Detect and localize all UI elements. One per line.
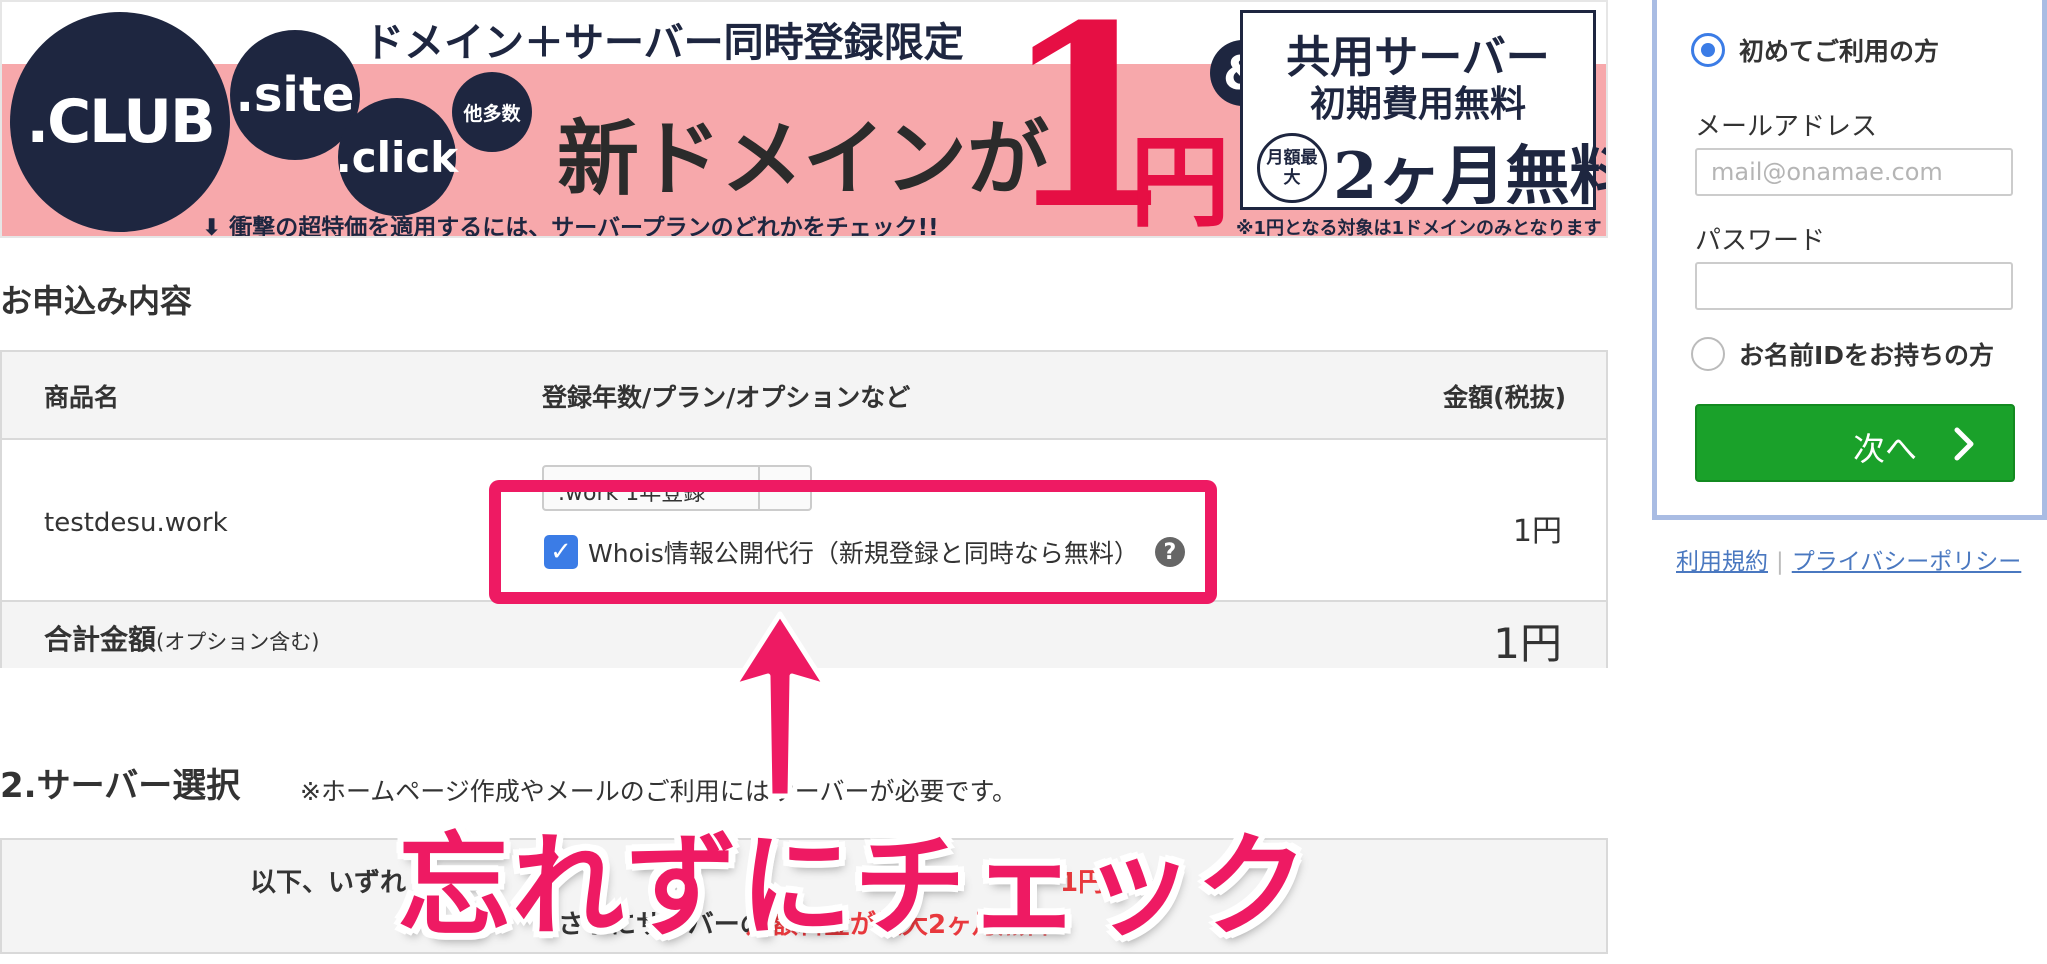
order-section-title: お申込み内容 [0, 282, 193, 320]
link-separator: | [1776, 549, 1784, 575]
promo-banner[interactable]: .CLUB .site .click 他多数 ドメイン＋サーバー同時登録限定 新… [0, 0, 1608, 238]
banner-price-yen: 円 [1130, 123, 1230, 238]
email-field[interactable] [1695, 148, 2013, 196]
header-price: 金額(税抜) [1443, 383, 1566, 412]
first-time-label: 初めてご利用の方 [1739, 37, 1940, 66]
click-domain-bubble: .click [336, 98, 458, 216]
header-product-name: 商品名 [44, 383, 120, 412]
banner-note: ⬇ 衝撃の超特価を適用するには、サーバープランのどれかをチェック!! [202, 208, 939, 238]
next-button-label: 次へ [1852, 431, 1917, 467]
first-time-radio[interactable] [1691, 33, 1725, 67]
banner-server-subtitle: 初期費用無料 [1309, 83, 1526, 125]
password-label: パスワード [1695, 226, 1826, 256]
has-id-option[interactable]: お名前IDをお持ちの方 [1691, 336, 1994, 372]
header-plan: 登録年数/プラン/オプションなど [542, 383, 911, 412]
total-note: (オプション含む) [156, 630, 320, 654]
server-promo-line1: 以下、いずれ [250, 868, 407, 898]
down-arrow-icon: ⬇ [202, 215, 230, 238]
banner-footnote: ※1円となる対象は1ドメインのみとなります [1236, 218, 1602, 238]
other-domains-bubble: 他多数 [452, 72, 532, 152]
chevron-right-icon [1954, 427, 1974, 461]
privacy-link[interactable]: プライバシーポリシー [1792, 549, 2022, 575]
banner-monthly-badge: 月額最大 [1257, 133, 1327, 203]
product-domain-name: testdesu.work [44, 508, 228, 538]
next-button[interactable]: 次へ [1695, 404, 2015, 482]
banner-new-domain-text: 新ドメインが [557, 111, 1050, 207]
product-price: 1円 [1512, 514, 1562, 549]
club-domain-bubble: .CLUB [10, 12, 230, 232]
email-label: メールアドレス [1695, 112, 1878, 142]
banner-server-box: 共用サーバー 初期費用無料 月額最大 2ヶ月無料 [1240, 10, 1606, 214]
banner-note-text: 衝撃の超特価を適用するには、サーバープランのどれかをチェック!! [229, 215, 939, 238]
login-panel: 初めてご利用の方 メールアドレス パスワード お名前IDをお持ちの方 次へ [1652, 0, 2047, 520]
has-id-label: お名前IDをお持ちの方 [1739, 341, 1995, 370]
highlight-frame [489, 480, 1217, 604]
server-section-title: 2.サーバー選択 [0, 766, 241, 806]
banner-headline: ドメイン＋サーバー同時登録限定 [364, 20, 964, 66]
terms-link[interactable]: 利用規約 [1676, 549, 1768, 575]
up-arrow-icon [731, 611, 829, 799]
total-price: 1円 [1493, 619, 1562, 668]
password-field[interactable] [1695, 262, 2013, 310]
total-label: 合計金額(オプション含む) [44, 618, 319, 658]
first-time-option[interactable]: 初めてご利用の方 [1691, 32, 1939, 68]
footer-links: 利用規約 | プライバシーポリシー [1676, 542, 2021, 576]
total-label-text: 合計金額 [44, 623, 157, 656]
callout-text: 忘れずにチェック [398, 822, 1310, 952]
banner-free-months: 2ヶ月無料 [1333, 139, 1608, 214]
has-id-radio[interactable] [1691, 337, 1725, 371]
order-table-header: 商品名 登録年数/プラン/オプションなど 金額(税抜) [2, 352, 1606, 440]
